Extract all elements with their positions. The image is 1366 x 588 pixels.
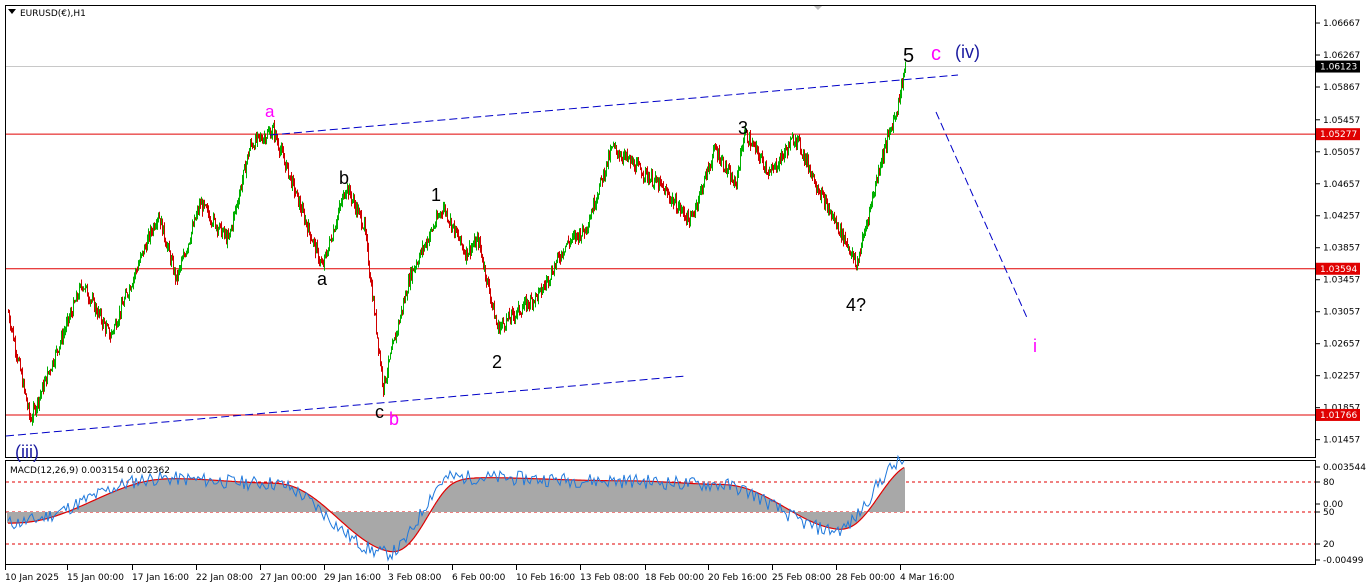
wave-label: i: [1033, 336, 1037, 356]
current-price-tag-label: 1.06123: [1320, 63, 1357, 73]
wave-label: (iv): [955, 42, 980, 62]
macd-label: MACD(12,26,9) 0.003154 0.002362: [10, 466, 170, 476]
time-tick-label: 20 Feb 16:00: [708, 573, 767, 583]
time-tick-label: 15 Jan 00:00: [67, 573, 124, 583]
level-price-tag-label: 1.01766: [1320, 411, 1357, 421]
time-tick-label: 6 Feb 00:00: [452, 573, 506, 583]
wave-label: (iii): [15, 442, 39, 462]
time-tick-label: 17 Jan 16:00: [132, 573, 189, 583]
wave-label: 3: [738, 118, 748, 138]
time-tick-label: 10 Jan 2025: [5, 573, 59, 583]
level-price-tag-label: 1.03594: [1320, 265, 1357, 275]
wave-label: c: [931, 43, 941, 65]
time-tick-label: 29 Jan 16:00: [324, 573, 381, 583]
wave-label: 5: [903, 45, 914, 67]
time-tick-label: 4 Mar 16:00: [900, 573, 955, 583]
wave-label: c: [375, 402, 384, 422]
price-tick-label: 1.06667: [1323, 19, 1360, 29]
price-tick-label: 1.02657: [1323, 340, 1360, 350]
macd-tick-label: 0.003544: [1323, 463, 1366, 473]
macd-tick-label: 20: [1323, 540, 1335, 550]
wave-label: 2: [492, 352, 502, 372]
chart-canvas: EURUSD(€),H1 MACD(12,26,9) 0.003154 0.00…: [0, 0, 1366, 588]
macd-tick-label: 50: [1323, 508, 1335, 518]
price-tick-label: 1.01457: [1323, 436, 1360, 446]
time-tick-label: 27 Jan 00:00: [260, 573, 317, 583]
macd-tick-label: 80: [1323, 478, 1335, 488]
time-tick-label: 28 Feb 00:00: [836, 573, 895, 583]
wave-label: 4?: [846, 295, 866, 315]
price-tick-label: 1.03057: [1323, 308, 1360, 318]
price-tick-label: 1.05867: [1323, 83, 1360, 93]
time-tick-label: 13 Feb 08:00: [580, 573, 639, 583]
macd-tick-label: -0.00499: [1323, 556, 1364, 566]
symbol-label: EURUSD(€),H1: [20, 9, 86, 19]
wave-label: a: [317, 269, 328, 289]
wave-label: b: [339, 168, 349, 188]
price-tick-label: 1.06267: [1323, 51, 1360, 61]
wave-label: b: [389, 409, 399, 429]
price-tick-label: 1.03457: [1323, 276, 1360, 286]
time-tick-label: 22 Jan 08:00: [196, 573, 253, 583]
time-tick-label: 18 Feb 00:00: [645, 573, 704, 583]
price-tick-label: 1.05457: [1323, 116, 1360, 126]
wave-label: a: [265, 102, 275, 121]
price-tick-label: 1.02257: [1323, 372, 1360, 382]
time-tick-label: 10 Feb 16:00: [516, 573, 575, 583]
price-tick-label: 1.04257: [1323, 212, 1360, 222]
time-tick-label: 3 Feb 08:00: [388, 573, 442, 583]
level-price-tag-label: 1.05277: [1320, 130, 1357, 140]
time-tick-label: 25 Feb 08:00: [772, 573, 831, 583]
price-tick-label: 1.05057: [1323, 148, 1360, 158]
price-tick-label: 1.03857: [1323, 244, 1360, 254]
wave-label: 1: [431, 185, 441, 205]
price-tick-label: 1.04657: [1323, 180, 1360, 190]
